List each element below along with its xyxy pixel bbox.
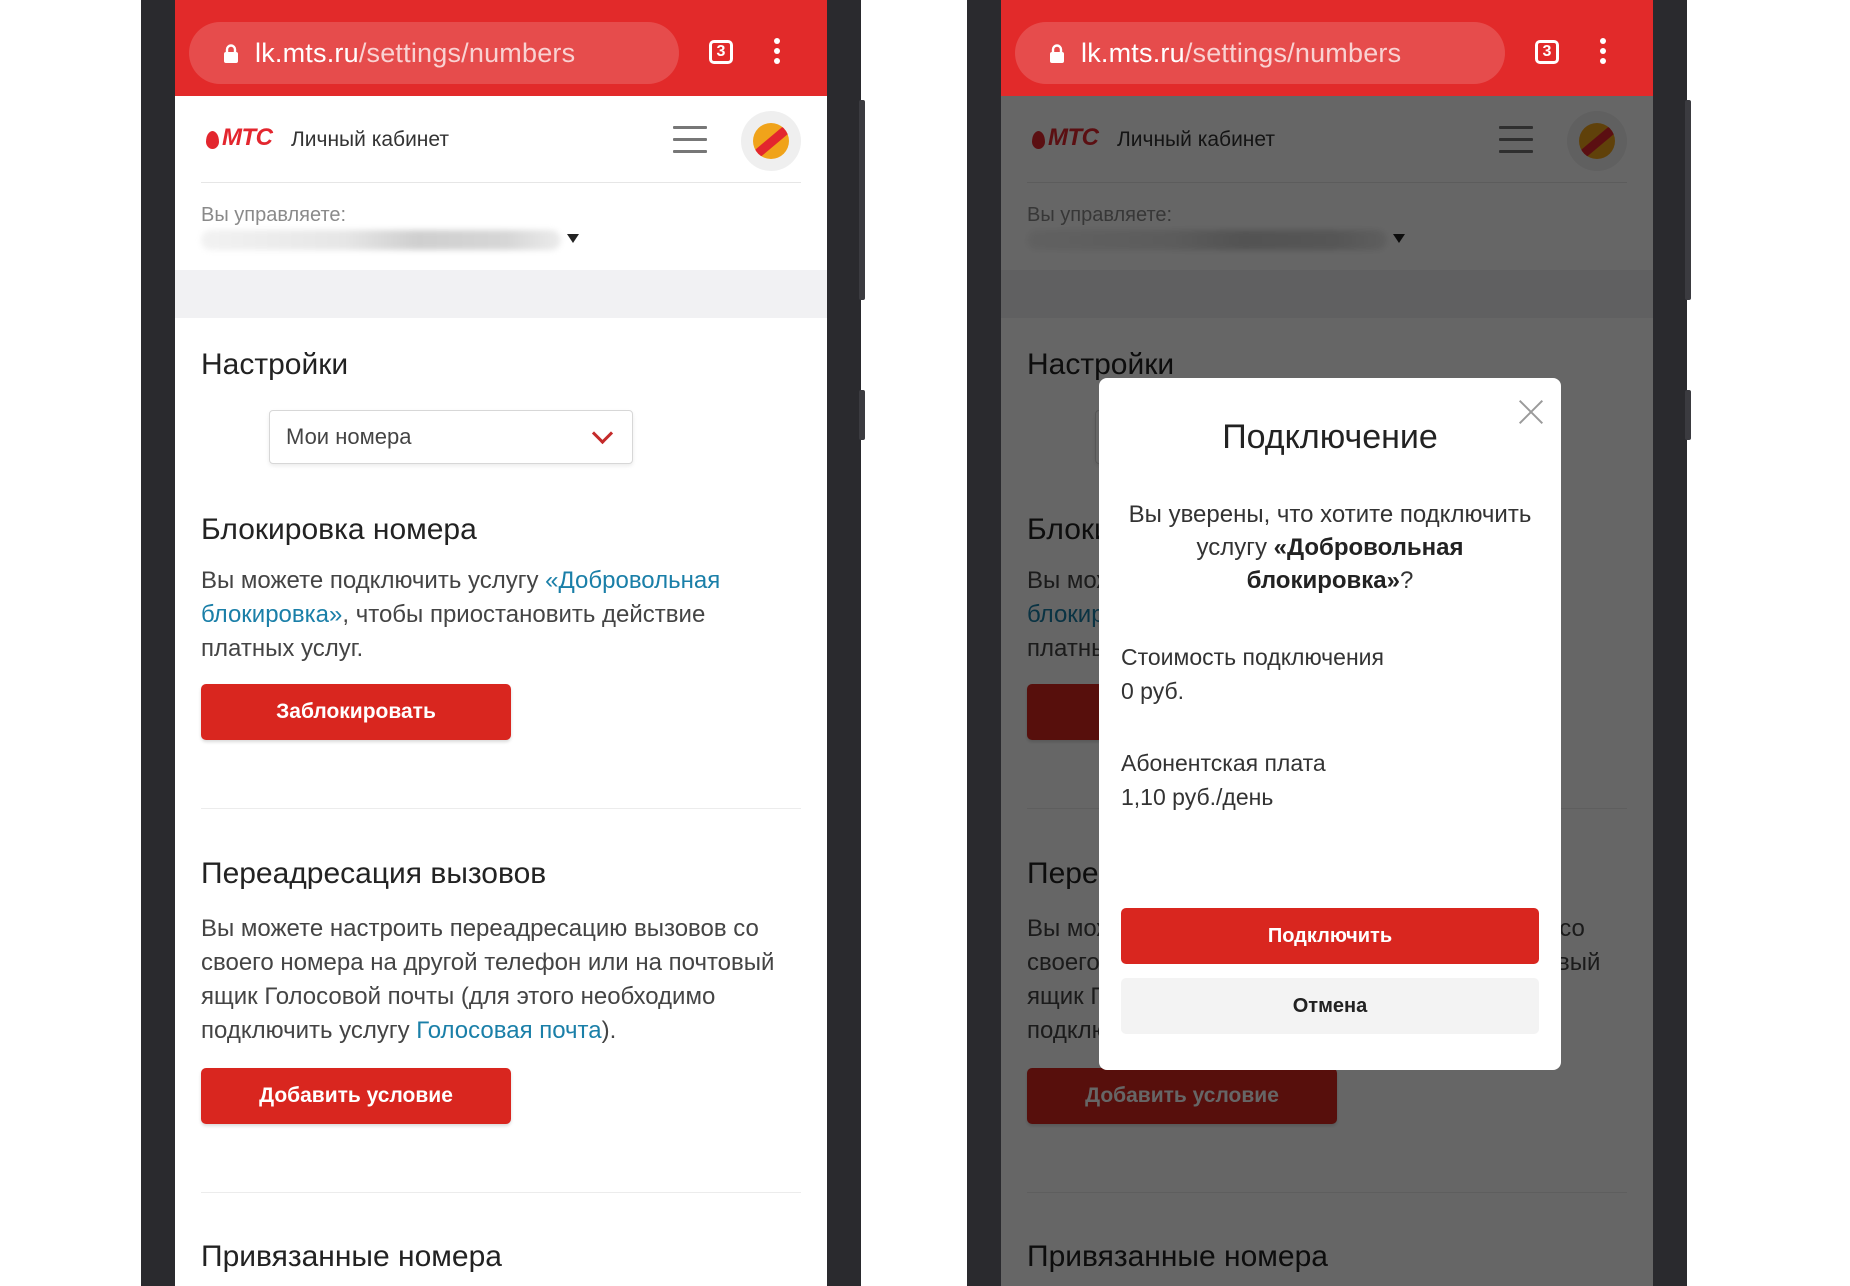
browser-address-bar: lk.mts.ru/settings/numbers 3 <box>1001 0 1653 96</box>
settings-select[interactable]: Мои номера <box>269 410 633 464</box>
side-button <box>1685 100 1691 300</box>
url-text: lk.mts.ru/settings/numbers <box>255 38 576 68</box>
connect-cost-value: 0 руб. <box>1121 678 1185 704</box>
block-button[interactable]: Заблокировать <box>201 684 511 740</box>
mts-egg-icon <box>206 131 219 149</box>
connect-cost-label: Стоимость подключения <box>1121 644 1384 670</box>
avatar-image <box>753 123 789 159</box>
side-button <box>859 100 865 300</box>
cabinet-label: Личный кабинет <box>291 128 449 151</box>
more-vert-icon[interactable] <box>1599 38 1607 68</box>
manage-label: Вы управляете: <box>201 204 347 226</box>
service-name: «Добровольная блокировка» <box>1246 534 1464 594</box>
logo[interactable]: МТС <box>222 124 273 152</box>
side-button <box>1685 390 1691 440</box>
phone-left: lk.mts.ru/settings/numbers 3 МТС Личный … <box>141 0 865 1286</box>
screen-right: lk.mts.ru/settings/numbers 3 МТС Личный … <box>1001 0 1653 1286</box>
url-field[interactable]: lk.mts.ru/settings/numbers <box>189 22 679 84</box>
phone-right: lk.mts.ru/settings/numbers 3 МТС Личный … <box>967 0 1691 1286</box>
page-title: Настройки <box>201 348 349 381</box>
forward-section-text: Вы можете настроить переадресацию вызово… <box>201 915 775 1044</box>
more-vert-icon[interactable] <box>773 38 781 68</box>
linked-section-title: Привязанные номера <box>201 1240 502 1273</box>
side-button <box>859 390 865 440</box>
divider <box>201 182 801 183</box>
cancel-button[interactable]: Отмена <box>1121 978 1539 1034</box>
lock-icon <box>1050 44 1064 63</box>
blurred-phone-number[interactable] <box>201 230 561 250</box>
site-header: МТС Личный кабинет <box>175 96 827 184</box>
hamburger-menu-icon[interactable] <box>673 126 707 154</box>
browser-address-bar: lk.mts.ru/settings/numbers 3 <box>175 0 827 96</box>
block-section-text: Вы можете подключить услугу «Добровольна… <box>201 567 721 662</box>
voicemail-link[interactable]: Голосовая почта <box>416 1017 601 1044</box>
forward-section-title: Переадресация вызовов <box>201 857 547 890</box>
divider <box>201 808 801 809</box>
caret-down-icon[interactable] <box>567 234 579 243</box>
url-text: lk.mts.ru/settings/numbers <box>1081 38 1402 68</box>
block-section-title: Блокировка номера <box>201 513 477 546</box>
tabs-counter-icon[interactable]: 3 <box>709 40 733 64</box>
divider <box>201 1192 801 1193</box>
fee-label: Абонентская плата <box>1121 750 1326 776</box>
screen-left: lk.mts.ru/settings/numbers 3 МТС Личный … <box>175 0 827 1286</box>
confirm-modal: Подключение Вы уверены, что хотите подкл… <box>1099 378 1561 1070</box>
select-value: Мои номера <box>286 424 412 449</box>
section-separator <box>175 270 827 318</box>
modal-question: Вы уверены, что хотите подключить услугу… <box>1128 501 1532 594</box>
avatar[interactable] <box>741 111 801 171</box>
url-field[interactable]: lk.mts.ru/settings/numbers <box>1015 22 1505 84</box>
tabs-counter-icon[interactable]: 3 <box>1535 40 1559 64</box>
fee-value: 1,10 руб./день <box>1121 784 1274 810</box>
lock-icon <box>224 44 238 63</box>
connect-button[interactable]: Подключить <box>1121 908 1539 964</box>
add-condition-button[interactable]: Добавить условие <box>201 1068 511 1124</box>
modal-title: Подключение <box>1222 418 1438 456</box>
chevron-down-icon <box>591 422 614 445</box>
